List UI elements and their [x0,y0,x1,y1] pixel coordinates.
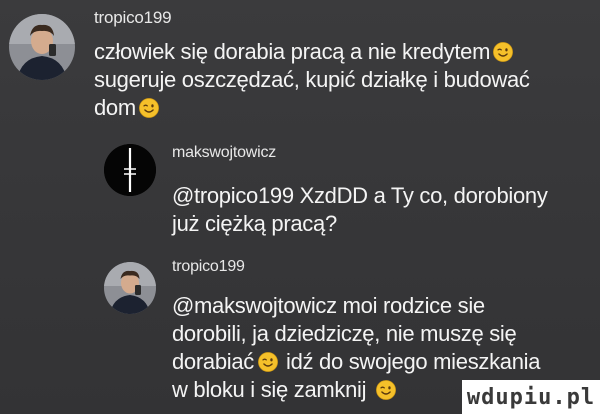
winking-face-icon [493,42,513,62]
comment-line: dorobili, ja dziedziczę, nie muszę się [172,321,517,346]
comment-line: @makswojtowicz moi rodzice sie [172,293,485,318]
winking-face-icon [258,352,278,372]
avatar[interactable] [104,262,156,314]
comment-line: w bloku i się zamknij [172,377,367,402]
comment-2: makswojtowicz @tropico199 XzdDD a Ty co,… [0,140,600,250]
watermark: wdupiu.pl [462,380,600,414]
avatar[interactable] [104,144,156,196]
comment-username[interactable]: makswojtowicz [172,144,276,162]
comment-line: dorabiać [172,349,254,374]
comment-username[interactable]: tropico199 [172,258,245,276]
winking-face-icon [376,380,396,400]
comment-text: człowiek się dorabia pracą a nie kredyte… [94,38,530,122]
comment-line: dom [94,95,136,120]
comment-line: @tropico199 XzdDD a Ty co, dorobiony [172,183,548,208]
watermark-text: wdupiu.pl [466,384,596,410]
comment-line: idź do swojego mieszkania [286,349,541,374]
comment-line: sugeruje oszczędzać, kupić działkę i bud… [94,67,530,92]
comment-1: tropico199 człowiek się dorabia pracą a … [0,0,600,140]
comment-text: @tropico199 XzdDD a Ty co, dorobiony już… [172,182,548,238]
comment-line: już ciężką pracą? [172,211,337,236]
comment-username[interactable]: tropico199 [94,8,172,28]
avatar[interactable] [9,14,75,80]
winking-face-icon [139,98,159,118]
comment-line: człowiek się dorabia pracą a nie kredyte… [94,39,491,64]
